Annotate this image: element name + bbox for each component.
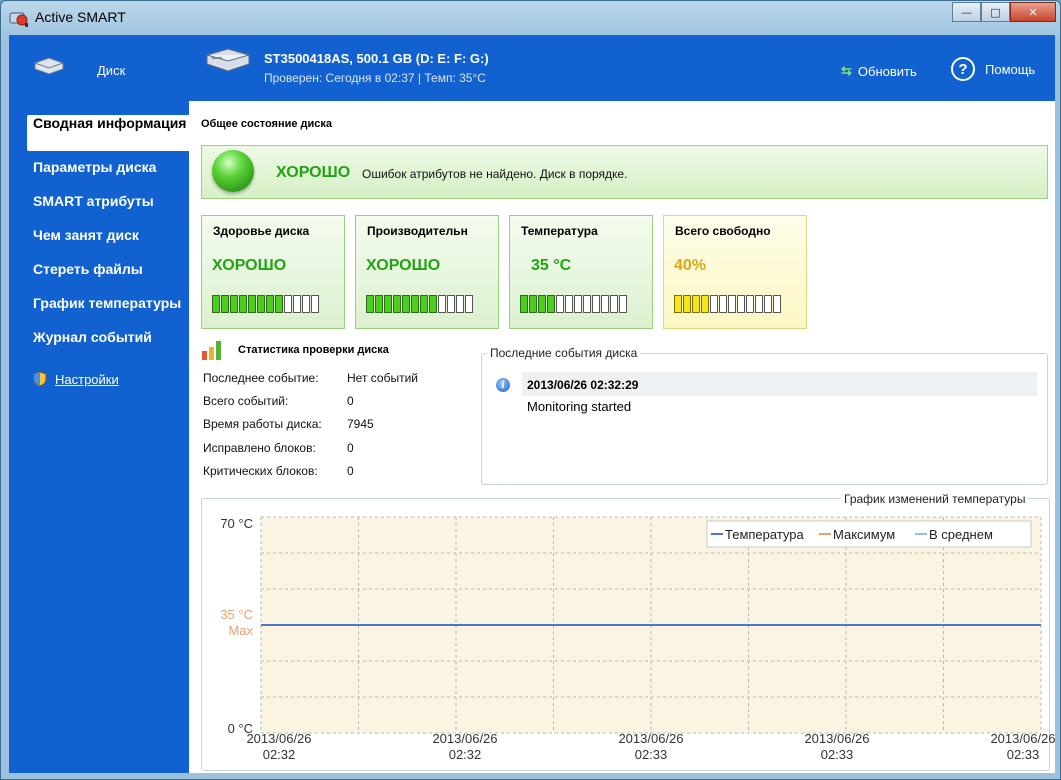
- disk-icon[interactable]: [33, 57, 65, 75]
- shield-icon: [33, 371, 47, 387]
- y-tick-label: 70 °C: [220, 516, 253, 531]
- sidebar-item-erase[interactable]: Стереть файлы: [33, 261, 143, 277]
- app-window: Active SMART — □ ✕ Диск ST3500418AS, 500…: [0, 0, 1061, 780]
- y-tick-label: 35 °C: [220, 607, 253, 622]
- refresh-label: Обновить: [857, 63, 917, 79]
- title-bar[interactable]: Active SMART — □ ✕: [1, 1, 1060, 35]
- x-tick-label: 2013/06/26: [618, 731, 683, 746]
- main-panel: Общее состояние диска ХОРОШО Ошибок атри…: [189, 101, 1055, 773]
- disk-tab-label[interactable]: Диск: [97, 63, 125, 78]
- sidebar-item-disk-params[interactable]: Параметры диска: [33, 159, 156, 175]
- drive-model: ST3500418AS, 500.1 GB (D: E: F: G:): [264, 51, 489, 66]
- x-tick-label: 2013/06/26: [990, 731, 1055, 746]
- settings-link[interactable]: Настройки: [33, 371, 119, 387]
- x-tick-label: 02:32: [449, 747, 482, 762]
- x-tick-label: 2013/06/26: [432, 731, 497, 746]
- app-icon: [9, 12, 28, 27]
- x-tick-label: 02:32: [263, 747, 296, 762]
- x-tick-label: 2013/06/26: [246, 731, 311, 746]
- x-tick-label: 02:33: [1007, 747, 1040, 762]
- window-controls: — □ ✕: [952, 2, 1056, 22]
- refresh-button[interactable]: ⇆ Обновить: [841, 63, 917, 79]
- legend-label: В среднем: [929, 527, 993, 542]
- sidebar-item-events[interactable]: Журнал событий: [33, 329, 152, 345]
- y-tick-label: Max: [228, 623, 253, 638]
- minimize-button[interactable]: —: [952, 2, 981, 22]
- x-tick-label: 2013/06/26: [804, 731, 869, 746]
- sidebar-item-disk-usage[interactable]: Чем занят диск: [33, 227, 139, 243]
- settings-label: Настройки: [55, 371, 119, 387]
- legend-label: Температура: [725, 527, 805, 542]
- check-status: Проверен: Сегодня в 02:37 | Темп: 35°C: [264, 71, 486, 85]
- hard-drive-icon: [206, 48, 250, 72]
- sidebar-item-smart[interactable]: SMART атрибуты: [33, 193, 154, 209]
- window-title: Active SMART: [35, 9, 126, 25]
- sidebar-item-temp-chart[interactable]: График температуры: [33, 295, 181, 311]
- x-tick-label: 02:33: [635, 747, 668, 762]
- legend-label: Максимум: [833, 527, 895, 542]
- temperature-chart: 70 °C35 °CMax0 °C2013/06/2602:322013/06/…: [220, 516, 1055, 762]
- maximize-button[interactable]: □: [981, 2, 1010, 22]
- help-label: Помощь: [985, 61, 1036, 77]
- close-button[interactable]: ✕: [1010, 2, 1056, 22]
- sidebar: Сводная информация Параметры диска SMART…: [9, 101, 191, 773]
- help-button[interactable]: ? Помощь: [951, 57, 1035, 81]
- header-bar: Диск ST3500418AS, 500.1 GB (D: E: F: G:)…: [9, 35, 1055, 101]
- refresh-icon: ⇆: [841, 63, 852, 78]
- x-tick-label: 02:33: [821, 747, 854, 762]
- sidebar-item-summary[interactable]: Сводная информация: [27, 115, 191, 151]
- help-icon: ?: [951, 57, 975, 81]
